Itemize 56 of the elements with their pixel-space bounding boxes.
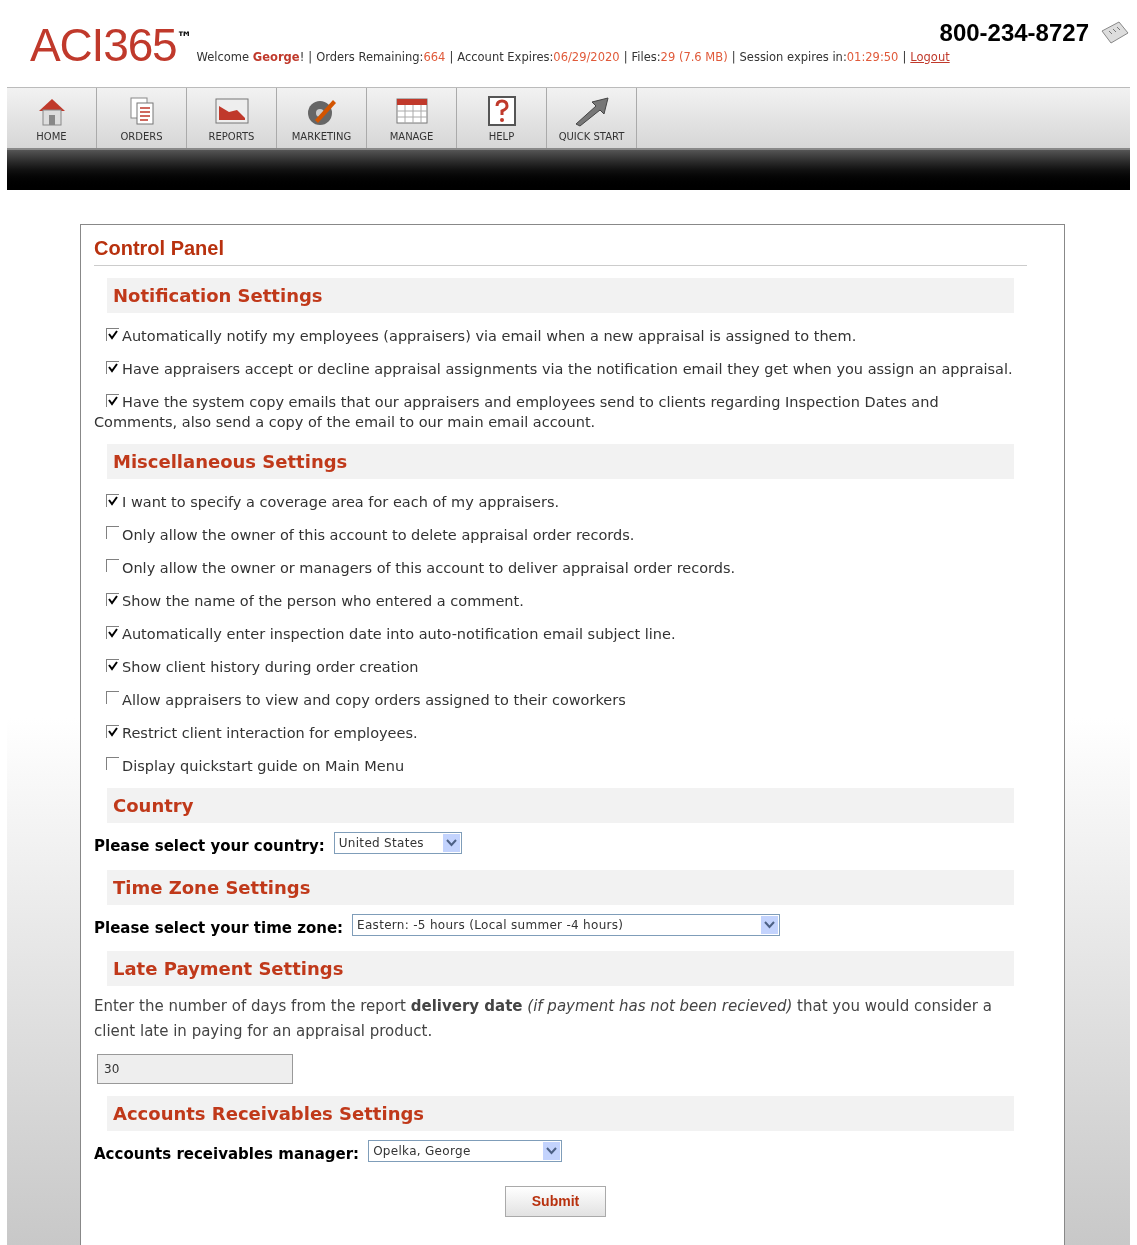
checkbox-option[interactable]: Automatically enter inspection date into auto-notification email subject line. — [94, 624, 1017, 644]
logout-link[interactable]: Logout — [910, 48, 950, 66]
checkbox[interactable] — [106, 361, 119, 374]
checkbox-option[interactable]: Restrict client interaction for employees. — [94, 723, 1017, 743]
section-header: Miscellaneous Settings — [107, 444, 1014, 479]
dropdown[interactable]: Eastern: -5 hours (Local summer -4 hours) — [352, 913, 781, 936]
status-item: Files:29 (7.6 MB) — [631, 48, 728, 66]
section-header: Notification Settings — [107, 278, 1014, 313]
chevron-down-icon — [442, 834, 460, 853]
trademark: ™ — [176, 27, 193, 49]
checkbox[interactable] — [106, 626, 119, 639]
status-item: Orders Remaining:664 — [316, 48, 446, 66]
chevron-down-icon — [543, 1142, 561, 1161]
checkbox-option[interactable]: Show client history during order creation — [94, 657, 1017, 677]
field-label: Please select your time zone: — [94, 917, 344, 939]
section-header: Late Payment Settings — [107, 951, 1014, 986]
nav-tab[interactable]: MANAGE — [367, 88, 457, 148]
logo: ACI365 — [30, 22, 177, 68]
checkbox-option[interactable]: Have the system copy emails that our appraisers and employees send to clients regarding Inspection Dates and Comments, also send a copy of the email to our main email account. — [94, 392, 1017, 432]
separator: | — [308, 48, 313, 66]
status-item: Welcome George! — [196, 48, 305, 66]
status-item: Account Expires:06/29/2020 — [457, 48, 620, 66]
section-header: Accounts Receivables Settings — [107, 1096, 1014, 1131]
checkbox[interactable] — [106, 593, 119, 606]
submit-button[interactable]: Submit — [505, 1185, 606, 1217]
checkbox[interactable] — [106, 394, 119, 407]
phone-number: 800-234-8727 — [939, 18, 1089, 47]
checkbox-option[interactable]: Have appraisers accept or decline appraisal assignments via the notification email they get when you assign an appraisal. — [94, 359, 1017, 379]
chevron-down-icon — [761, 915, 779, 934]
checkbox-option[interactable]: Only allow the owner or managers of this account to deliver appraisal order records. — [94, 558, 1017, 578]
checkbox-option[interactable]: Only allow the owner of this account to delete appraisal order records. — [94, 525, 1017, 545]
checkbox-option[interactable]: Display quickstart guide on Main Menu — [94, 756, 1017, 776]
checkbox[interactable] — [106, 494, 119, 507]
separator: | — [731, 48, 736, 66]
nav-tab[interactable]: HELP — [457, 88, 547, 148]
separator: | — [449, 48, 454, 66]
days-input[interactable]: 30 — [97, 1054, 293, 1084]
description: Enter the number of days from the report delivery date (if payment has not been recieved) that you would consider a client late in paying for an appraisal product. — [94, 996, 993, 1042]
nav-tab[interactable]: REPORTS — [187, 88, 277, 148]
checkbox[interactable] — [106, 725, 119, 738]
status-item: Session expires in:01:29:50 — [739, 48, 899, 66]
section-header: Time Zone Settings — [107, 869, 1014, 905]
checkbox-option[interactable]: Show the name of the person who entered a comment. — [94, 591, 1017, 611]
checkbox[interactable] — [106, 659, 119, 672]
checkbox-option[interactable]: I want to specify a coverage area for each of my appraisers. — [94, 492, 1017, 512]
checkbox-option[interactable]: Automatically notify my employees (appraisers) via email when a new appraisal is assigned to them. — [94, 326, 1017, 346]
separator: | — [623, 48, 628, 66]
section-header: Country — [107, 788, 1014, 823]
checkbox[interactable] — [106, 328, 119, 341]
dropdown[interactable]: United States — [333, 832, 462, 855]
dropdown[interactable]: Opelka, George — [368, 1140, 563, 1163]
field-label: Please select your country: — [94, 836, 325, 857]
panel-title: Control Panel — [94, 233, 1027, 266]
checkbox-option[interactable]: Allow appraisers to view and copy orders assigned to their coworkers — [94, 690, 1017, 710]
field-label: Accounts receivables manager: — [94, 1144, 360, 1165]
separator: | — [902, 48, 907, 66]
